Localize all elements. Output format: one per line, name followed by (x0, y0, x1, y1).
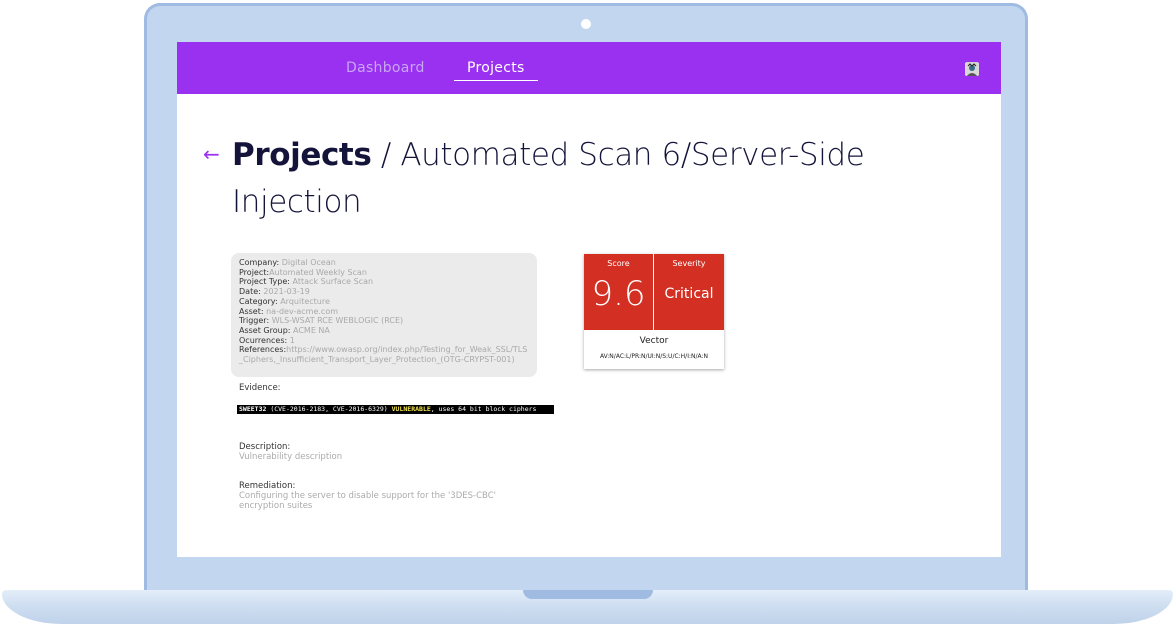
evidence-terminal: SWEET32 (CVE-2016-2183, CVE-2016-6329) V… (237, 405, 554, 414)
remediation-value: Configuring the server to disable suppor… (239, 491, 496, 511)
detail-references: References:https://www.owasp.org/index.p… (239, 345, 528, 365)
description-value: Vulnerability description (239, 452, 343, 462)
detail-ocurrences: Ocurrences: 1 (239, 335, 295, 345)
detail-company: Company: Digital Ocean (239, 258, 336, 267)
detail-trigger: Trigger: WLS-WSAT RCE WEBLOGIC (RCE) (239, 316, 404, 326)
nav-dashboard[interactable]: Dashboard (346, 60, 425, 76)
score-panel: Score 9.6 (584, 254, 653, 330)
screen: Dashboard Projects ← Projects / Automate… (177, 42, 1001, 557)
vector-value: AV:N/AC:L/PR:N/UI:N/S:U/C:H/I:N/A:N (599, 353, 709, 360)
detail-asset-group: Asset Group: ACME NA (239, 325, 330, 335)
severity-value: Critical (664, 286, 714, 302)
details-box: Company: Digital Ocean Project:Automated… (231, 253, 537, 377)
score-value: 9.6 (591, 274, 646, 314)
detail-asset: Asset: na-dev-acme.com (239, 306, 339, 316)
page-title: Projects / Automated Scan 6/Server-Side … (232, 132, 932, 226)
remediation-label: Remediation: (239, 481, 296, 491)
breadcrumb-projects[interactable]: Projects (232, 137, 372, 173)
detail-project: Project:Automated Weekly Scan (239, 267, 367, 277)
breadcrumb-separator: / (371, 137, 401, 173)
evidence-label: Evidence: (239, 383, 281, 393)
score-label: Score (607, 259, 630, 268)
camera-icon (581, 19, 591, 29)
severity-panel: Severity Critical (654, 254, 724, 330)
top-navbar: Dashboard Projects (177, 42, 1001, 94)
vector-label: Vector (639, 336, 669, 346)
nav-projects[interactable]: Projects (454, 60, 538, 81)
back-arrow-icon[interactable]: ← (203, 144, 220, 164)
laptop-notch (523, 590, 653, 599)
severity-label: Severity (672, 259, 706, 268)
detail-category: Category: Arquitecture (239, 296, 330, 306)
user-avatar-icon (965, 63, 979, 76)
score-card: Score 9.6 Severity Critical Vector AV:N/… (584, 254, 724, 369)
detail-project-type: Project Type: Attack Surface Scan (239, 277, 374, 287)
avatar[interactable] (965, 62, 979, 76)
description-label: Description: (239, 442, 291, 452)
detail-date: Date: 2021-03-19 (239, 287, 310, 297)
